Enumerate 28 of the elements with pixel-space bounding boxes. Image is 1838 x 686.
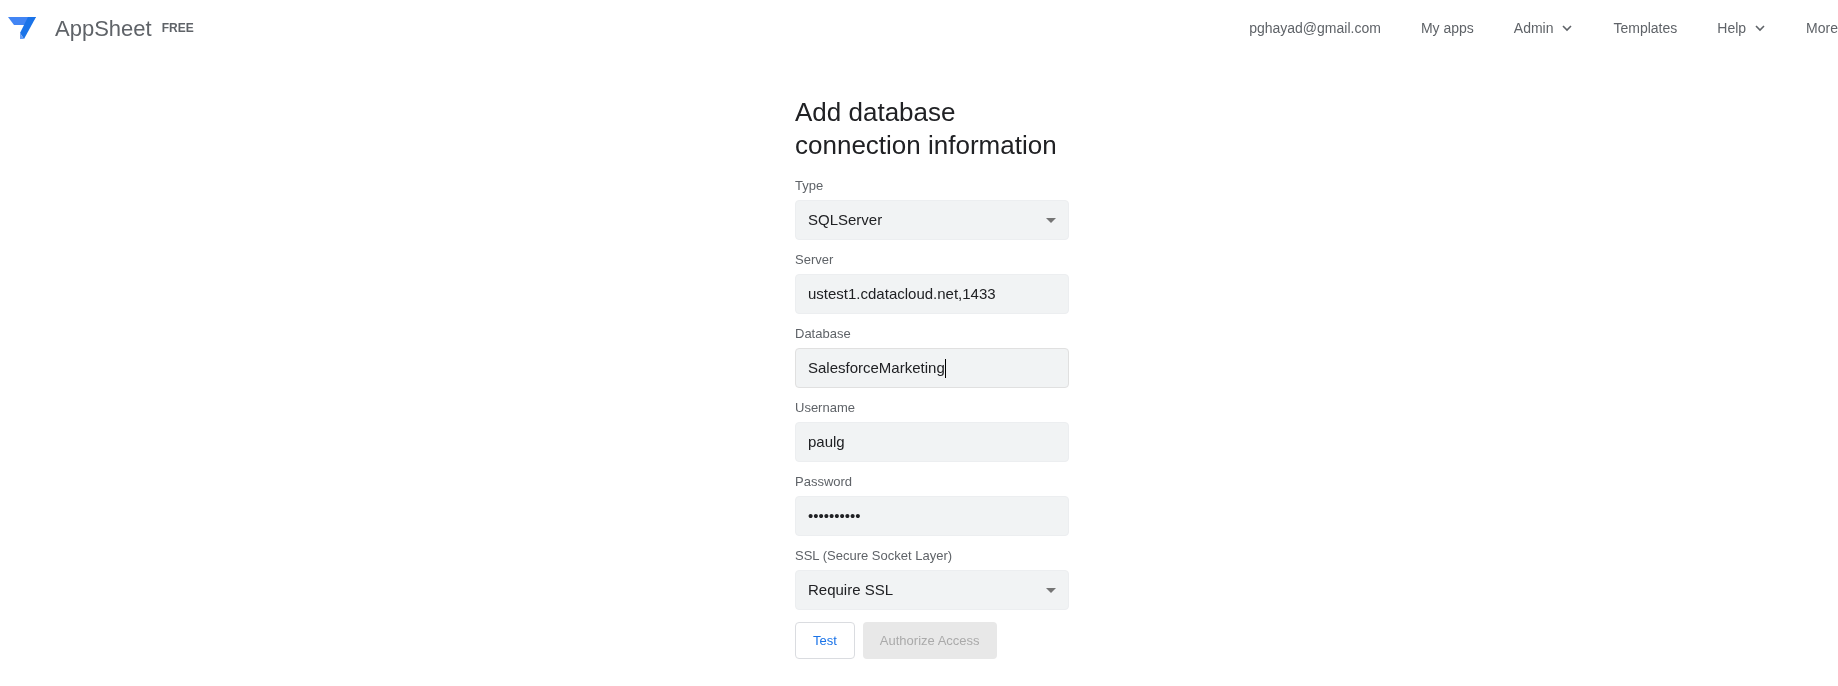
nav-link[interactable]: Help — [1717, 17, 1767, 39]
dropdown-arrow-icon — [1046, 217, 1056, 223]
input-field[interactable]: ustest1.cdatacloud.net,1433 — [795, 274, 1069, 314]
nav-link[interactable]: Templates — [1613, 17, 1678, 39]
input-field[interactable]: •••••••••• — [795, 496, 1069, 536]
field-label: Type — [795, 178, 825, 194]
input-field[interactable]: paulg — [795, 422, 1069, 462]
chevron-down-icon — [1754, 24, 1767, 32]
nav-link[interactable]: My apps — [1420, 17, 1474, 39]
brand-name: AppSheet — [55, 14, 152, 43]
chevron-down-icon — [1561, 24, 1574, 32]
field-label: Password — [795, 474, 854, 490]
text-cursor — [944, 358, 946, 378]
select-field[interactable]: Require SSL — [795, 570, 1069, 610]
field-label: SSL (Secure Socket Layer) — [795, 548, 954, 564]
logo-icon — [8, 15, 36, 41]
field-label: Server — [795, 252, 835, 268]
action-button[interactable]: Test — [795, 622, 855, 659]
input-field[interactable]: SalesforceMarketing — [795, 348, 1069, 388]
field-label: Database — [795, 326, 852, 342]
nav-link[interactable]: pghayad@gmail.com — [1249, 17, 1381, 39]
select-field[interactable]: SQLServer — [795, 200, 1069, 240]
form-title: Add database connection information — [795, 96, 1058, 162]
nav-link[interactable]: More — [1806, 17, 1838, 39]
plan-label: FREE — [161, 20, 194, 37]
field-label: Username — [795, 400, 856, 416]
nav-link[interactable]: Admin — [1513, 17, 1574, 39]
dropdown-arrow-icon — [1046, 587, 1056, 593]
